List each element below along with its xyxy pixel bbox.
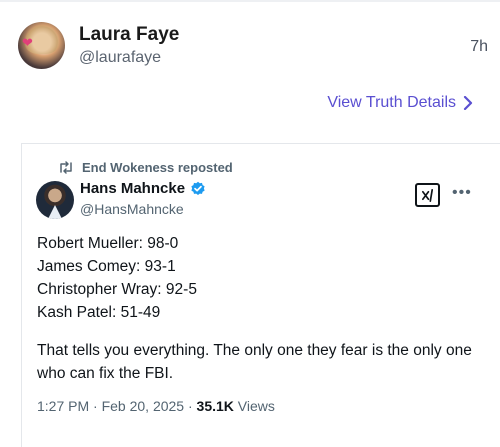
tweet-date[interactable]: 1:27 PM · Feb 20, 2025 · (37, 398, 197, 414)
post-time: 7h (470, 38, 488, 55)
tweet-meta: 1:27 PM · Feb 20, 2025 · 35.1K Views (37, 398, 275, 414)
verified-icon (191, 181, 205, 195)
embedded-author-handle[interactable]: @HansMahncke (80, 201, 184, 217)
repost-row: End Wokeness reposted (58, 160, 233, 175)
tweet-line: Kash Patel: 51-49 (37, 304, 161, 321)
embedded-author-row: Hans Mahncke (80, 180, 206, 197)
embedded-author-name[interactable]: Hans Mahncke (80, 180, 185, 197)
avatar[interactable]: ❤ (18, 22, 65, 69)
tweet-score-lines: Robert Mueller: 98-0 James Comey: 93-1 C… (37, 232, 487, 324)
grok-icon[interactable] (415, 183, 440, 207)
heart-icon: ❤ (22, 35, 33, 50)
top-divider (0, 0, 500, 2)
chevron-right-icon (463, 96, 473, 110)
embedded-post[interactable]: End Wokeness reposted Hans Mahncke @Hans… (21, 143, 500, 447)
more-icon[interactable]: ••• (452, 184, 472, 202)
author-name[interactable]: Laura Faye (79, 24, 179, 46)
author-handle[interactable]: @laurafaye (79, 49, 161, 67)
tweet-paragraph: That tells you everything. The only one … (37, 342, 472, 382)
tweet-line: Robert Mueller: 98-0 (37, 235, 179, 252)
tweet-line: James Comey: 93-1 (37, 258, 176, 275)
embedded-avatar[interactable] (36, 181, 74, 219)
view-details-label: View Truth Details (327, 94, 456, 111)
views-label: Views (233, 398, 275, 414)
repost-icon (60, 161, 72, 174)
view-details-link[interactable]: View Truth Details (327, 94, 473, 112)
repost-label: End Wokeness reposted (82, 160, 233, 175)
tweet-line: Christopher Wray: 92-5 (37, 281, 197, 298)
views-count: 35.1K (196, 398, 234, 414)
post-header: ❤ Laura Faye @laurafaye 7h (18, 22, 488, 72)
